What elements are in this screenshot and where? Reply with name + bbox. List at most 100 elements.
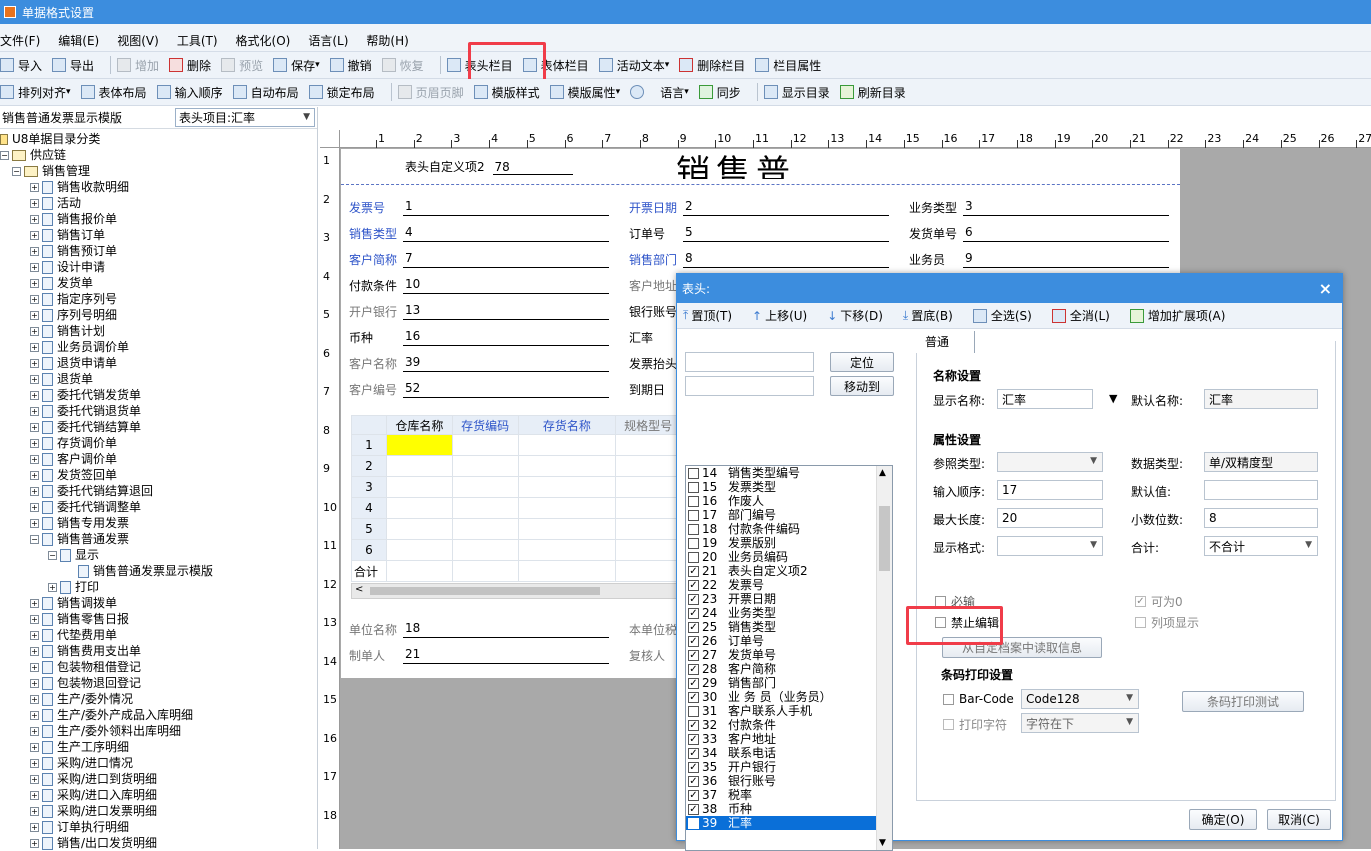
- body-grid[interactable]: 仓库名称 存货编码 存货名称 规格型号 1 2 3 4 5 6 合计: [351, 415, 681, 582]
- expand-icon[interactable]: +: [30, 310, 39, 320]
- scroll-left-icon[interactable]: <: [355, 584, 363, 595]
- header-item-row[interactable]: ✓ 27 发货单号: [686, 648, 892, 662]
- scroll-up-icon[interactable]: ▲: [879, 468, 886, 478]
- footer-field[interactable]: 制单人 21: [349, 647, 609, 664]
- item-checkbox[interactable]: ✓: [688, 775, 699, 787]
- tree-node[interactable]: + 存货调价单: [0, 435, 318, 451]
- item-checkbox[interactable]: [688, 523, 699, 535]
- expand-icon[interactable]: +: [30, 422, 39, 432]
- display-name-input[interactable]: 汇率: [997, 389, 1093, 409]
- move-up-button[interactable]: ↑ 上移(U): [752, 307, 807, 324]
- header-field[interactable]: 到期日6: [629, 381, 889, 398]
- collapse-icon[interactable]: −: [0, 150, 9, 160]
- item-checkbox[interactable]: [688, 467, 699, 479]
- tree-node[interactable]: + 包装物退回登记: [0, 675, 318, 691]
- deselect-all-button[interactable]: 全消(L): [1051, 307, 1110, 324]
- language-button[interactable]: 语言: [630, 84, 689, 101]
- tree-node[interactable]: + 销售零售日报: [0, 611, 318, 627]
- tree-node[interactable]: + 销售计划: [0, 323, 318, 339]
- header-item-row[interactable]: ✓ 36 银行账号: [686, 774, 892, 788]
- item-checkbox[interactable]: ✓: [688, 579, 699, 591]
- header-item-row[interactable]: 17 部门编号: [686, 508, 892, 522]
- header-item-row[interactable]: ✓ 21 表头自定义项2: [686, 564, 892, 578]
- expand-icon[interactable]: +: [30, 342, 39, 352]
- export-button[interactable]: 导出: [52, 57, 94, 74]
- scrollbar-thumb[interactable]: [879, 506, 890, 571]
- tree-node[interactable]: + 客户调价单: [0, 451, 318, 467]
- header-item-row[interactable]: 18 付款条件编码: [686, 522, 892, 536]
- expand-icon[interactable]: +: [30, 614, 39, 624]
- tree-node[interactable]: + 生产/委外领料出库明细: [0, 723, 318, 739]
- header-field[interactable]: 业务员 9: [909, 251, 1169, 268]
- item-checkbox[interactable]: ✓: [688, 635, 699, 647]
- scrollbar-thumb[interactable]: [370, 587, 600, 595]
- header-field[interactable]: 发票号 1: [349, 199, 609, 216]
- move-to-input[interactable]: [685, 376, 814, 396]
- tree-node[interactable]: + 委托代销退货单: [0, 403, 318, 419]
- tree-node[interactable]: − 销售管理: [0, 163, 318, 179]
- expand-icon[interactable]: +: [30, 390, 39, 400]
- barcode-test-button[interactable]: 条码打印测试: [1182, 691, 1304, 712]
- tree-node[interactable]: + 打印: [0, 579, 318, 595]
- move-down-button[interactable]: ↓ 下移(D): [827, 307, 883, 324]
- barcode-checkbox[interactable]: Bar-Code: [943, 692, 1014, 706]
- expand-icon[interactable]: +: [30, 710, 39, 720]
- tree-node[interactable]: + 发货单: [0, 275, 318, 291]
- menu-file[interactable]: 文件(F): [0, 32, 40, 49]
- item-checkbox[interactable]: [688, 551, 699, 563]
- collapse-icon[interactable]: −: [12, 166, 21, 176]
- header-field[interactable]: 客户名称 39: [349, 355, 609, 372]
- expand-icon[interactable]: +: [30, 822, 39, 832]
- item-checkbox[interactable]: ✓: [688, 803, 699, 815]
- tree-node[interactable]: + 活动: [0, 195, 318, 211]
- expand-icon[interactable]: +: [30, 214, 39, 224]
- header-item-row[interactable]: 20 业务员编码: [686, 550, 892, 564]
- tree-node[interactable]: + 销售专用发票: [0, 515, 318, 531]
- print-char-checkbox[interactable]: 打印字符: [943, 716, 1007, 733]
- import-button[interactable]: 导入: [0, 57, 42, 74]
- expand-icon[interactable]: +: [30, 406, 39, 416]
- add-button[interactable]: 增加: [117, 57, 159, 74]
- sync-button[interactable]: 同步: [698, 84, 741, 101]
- item-checkbox[interactable]: [688, 705, 699, 717]
- header-items-list[interactable]: 14 销售类型编号 15 发票类型 16 作废人 17 部门编号 18 付款条件编码 19 发票版别 2…: [685, 465, 893, 851]
- tree-node[interactable]: + 生产工序明细: [0, 739, 318, 755]
- item-checkbox[interactable]: ✓: [688, 593, 699, 605]
- expand-icon[interactable]: +: [30, 326, 39, 336]
- header-item-row[interactable]: ✓ 29 销售部门: [686, 676, 892, 690]
- expand-icon[interactable]: +: [30, 662, 39, 672]
- header-item-row[interactable]: ✓ 34 联系电话: [686, 746, 892, 760]
- header-item-row[interactable]: ✓ 26 订单号: [686, 634, 892, 648]
- header-field[interactable]: 订单号 5: [629, 225, 889, 242]
- tree-node[interactable]: + 委托代销发货单: [0, 387, 318, 403]
- tree-node[interactable]: + 销售订单: [0, 227, 318, 243]
- chevron-down-icon[interactable]: ▼: [1109, 392, 1117, 405]
- grid-column-header[interactable]: 仓库名称: [385, 415, 453, 435]
- expand-icon[interactable]: +: [30, 774, 39, 784]
- header-field[interactable]: 银行账号: [629, 303, 889, 320]
- expand-icon[interactable]: +: [30, 182, 39, 192]
- expand-icon[interactable]: +: [30, 694, 39, 704]
- header-item-row[interactable]: ✓ 33 客户地址: [686, 732, 892, 746]
- add-extension-button[interactable]: 增加扩展项(A): [1129, 307, 1225, 324]
- menu-edit[interactable]: 编辑(E): [58, 32, 99, 49]
- template-style-button[interactable]: 模版样式: [473, 84, 540, 101]
- header-item-row[interactable]: ✓ 28 客户简称: [686, 662, 892, 676]
- expand-icon[interactable]: +: [30, 454, 39, 464]
- footer-field[interactable]: 单位名称 18: [349, 621, 609, 638]
- list-vertical-scrollbar[interactable]: ▲ ▼: [876, 466, 892, 850]
- header-field[interactable]: 客户地址: [629, 277, 889, 294]
- menu-format[interactable]: 格式化(O): [236, 32, 291, 49]
- arrange-align-button[interactable]: 排列对齐: [0, 84, 71, 101]
- header-footer-button[interactable]: 页眉页脚: [397, 84, 464, 101]
- header-field[interactable]: 币种 16: [349, 329, 609, 346]
- header-item-row[interactable]: ✓ 32 付款条件: [686, 718, 892, 732]
- body-layout-button[interactable]: 表体布局: [80, 84, 147, 101]
- header-field[interactable]: 汇率: [629, 329, 889, 346]
- header-item-row[interactable]: ✓ 23 开票日期: [686, 592, 892, 606]
- tree-node[interactable]: + 设计申请: [0, 259, 318, 275]
- auto-layout-button[interactable]: 自动布局: [232, 84, 299, 101]
- item-checkbox[interactable]: ✓: [688, 663, 699, 675]
- tree-node[interactable]: + 退货单: [0, 371, 318, 387]
- expand-icon[interactable]: +: [30, 678, 39, 688]
